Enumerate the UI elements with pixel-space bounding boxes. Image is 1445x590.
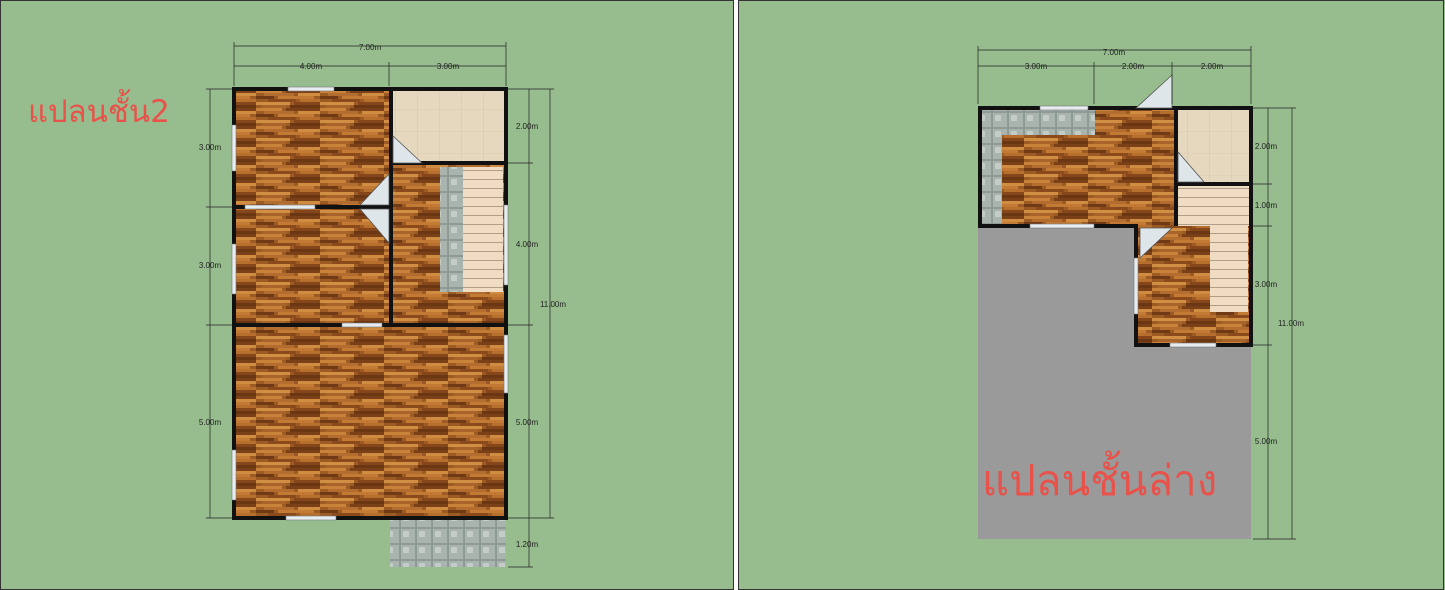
- bedroom-1: [234, 89, 391, 207]
- g-dim-right-a: 2.00m: [1255, 142, 1278, 151]
- g-dim-width-c: 2.00m: [1201, 62, 1224, 71]
- dim-left-b: 3.00m: [199, 261, 222, 270]
- counter-top: [980, 108, 1095, 135]
- stair-landing: [440, 167, 463, 292]
- g-dim-right-c: 3.00m: [1255, 280, 1278, 289]
- dim-right-c: 5.00m: [516, 418, 539, 427]
- g-dim-right-total: 11.00m: [1278, 319, 1304, 328]
- g-dim-width-a: 3.00m: [1025, 62, 1048, 71]
- staircase: [463, 167, 503, 292]
- dim-right-d: 1.20m: [516, 540, 539, 549]
- panel-divider: [734, 0, 738, 590]
- bedroom-2: [234, 207, 391, 325]
- bedroom-large: [234, 325, 506, 518]
- dim-left-c: 5.00m: [199, 418, 222, 427]
- dim-width-a: 4.00m: [300, 62, 323, 71]
- dim-left-a: 3.00m: [199, 143, 222, 152]
- balcony: [390, 518, 506, 567]
- g-dim-width-total: 7.00m: [1103, 48, 1126, 57]
- dim-width-total: 7.00m: [359, 43, 382, 52]
- g-dim-width-b: 2.00m: [1122, 62, 1145, 71]
- dim-right-total: 11.00m: [540, 300, 566, 309]
- g-dim-right-d: 5.00m: [1255, 437, 1278, 446]
- ground-staircase: [1210, 226, 1248, 312]
- dim-right-b: 4.00m: [516, 240, 539, 249]
- ground-floor-title: แปลนชั้นล่าง: [982, 450, 1217, 505]
- upper-floor-title: แปลนชั้น2: [28, 89, 170, 130]
- counter-side: [980, 135, 1002, 226]
- dim-right-a: 2.00m: [516, 122, 539, 131]
- ground-stair-top: [1176, 184, 1251, 226]
- dim-width-b: 3.00m: [437, 62, 460, 71]
- g-dim-right-b: 1.00m: [1255, 201, 1278, 210]
- floor-plans: แปลนชั้น2 7.00m 4.00m 3.00m 3.00m 3.00m …: [0, 0, 1445, 590]
